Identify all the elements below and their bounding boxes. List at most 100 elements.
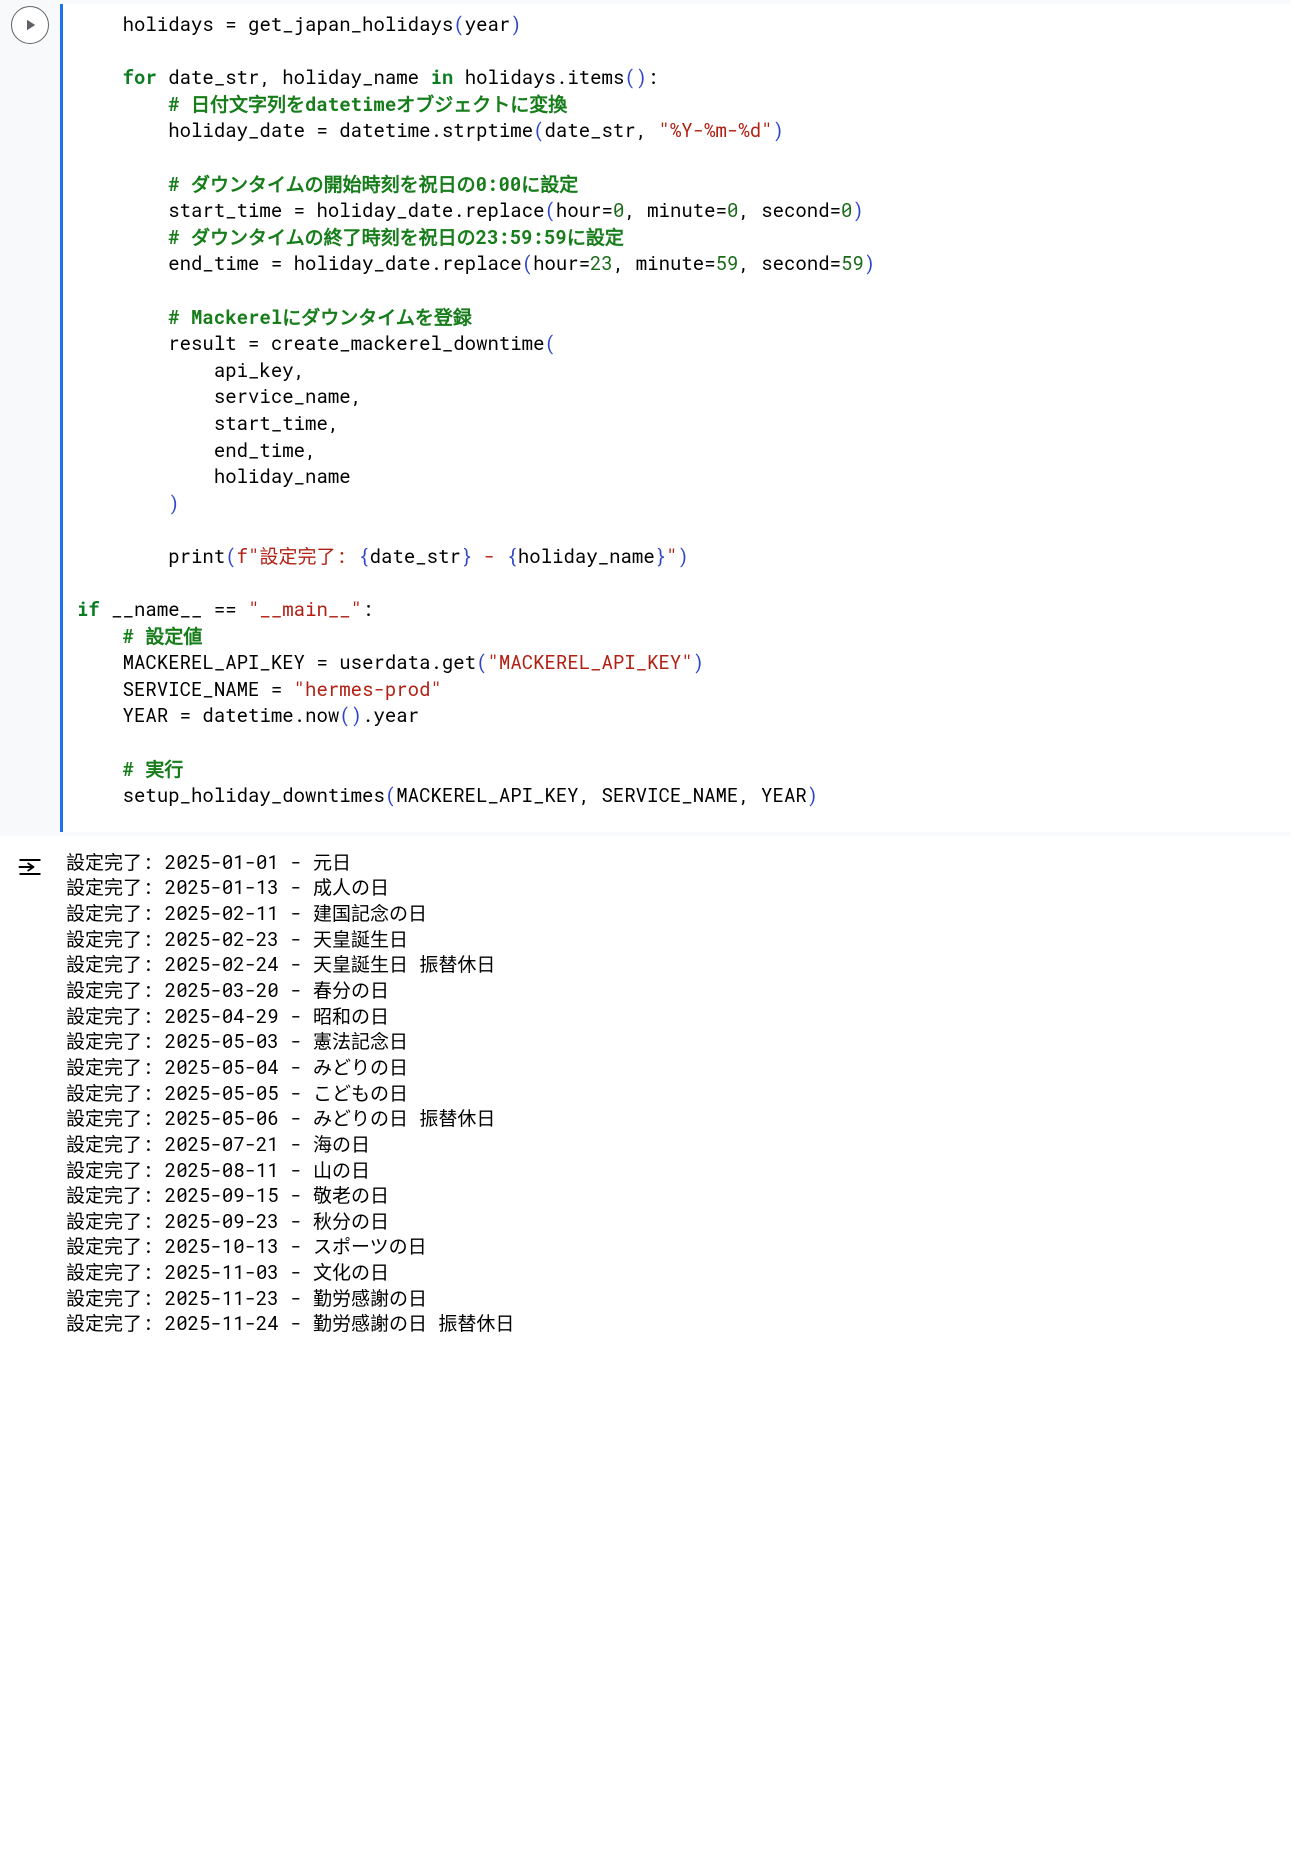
code-token: ,	[305, 438, 316, 463]
code-token: (	[476, 650, 487, 675]
code-token: 0	[841, 198, 852, 223]
code-token: userdata	[328, 650, 431, 675]
code-token: .	[430, 118, 441, 143]
code-token: )	[773, 118, 784, 143]
code-token: .	[362, 703, 373, 728]
code-token: =	[316, 118, 327, 143]
code-token: }	[461, 544, 472, 569]
code-token: holidays	[77, 12, 225, 37]
code-token: :	[362, 597, 373, 622]
code-token: end_time	[77, 438, 305, 463]
code-token: ,	[328, 411, 339, 436]
code-token: # 実行	[123, 757, 184, 782]
code-token: "%Y-%m-%d"	[659, 118, 773, 143]
code-token: second	[750, 198, 830, 223]
code-token: year	[374, 703, 420, 728]
code-token: )	[351, 703, 362, 728]
code-token: )	[693, 650, 704, 675]
code-token: "__main__"	[248, 597, 362, 622]
code-token: ,	[294, 358, 305, 383]
code-token: datetime	[328, 118, 431, 143]
code-token: .	[430, 650, 441, 675]
code-token: 23	[590, 251, 613, 276]
code-token: setup_holiday_downtimes	[77, 783, 385, 808]
code-token: # Mackerelにダウンタイムを登録	[168, 305, 472, 330]
notebook: holidays = get_japan_holidays(year) for …	[0, 0, 1290, 1357]
code-token: replace	[465, 198, 545, 223]
code-token: 0	[613, 198, 624, 223]
code-token: =	[225, 12, 236, 37]
code-token	[77, 172, 168, 197]
code-token: .	[430, 251, 441, 276]
code-token: holiday_date	[305, 198, 453, 223]
code-token: =	[704, 251, 715, 276]
code-token: minute	[636, 198, 716, 223]
code-token: )	[636, 65, 647, 90]
code-token: )	[864, 251, 875, 276]
code-token: MACKEREL_API_KEY	[396, 783, 578, 808]
code-token: (	[385, 783, 396, 808]
code-token: strptime	[442, 118, 533, 143]
code-token: 0	[727, 198, 738, 223]
code-token: ,	[613, 251, 624, 276]
code-token: hour	[556, 198, 602, 223]
code-token: SERVICE_NAME	[77, 677, 271, 702]
code-token: {	[358, 544, 369, 569]
code-token: result	[77, 331, 248, 356]
code-token: {	[507, 544, 518, 569]
code-token: in	[431, 65, 454, 90]
code-token: 59	[716, 251, 739, 276]
code-token: hour	[533, 251, 579, 276]
cell-gutter	[0, 4, 60, 44]
code-token	[77, 757, 123, 782]
code-token: =	[830, 198, 841, 223]
code-token: =	[180, 703, 191, 728]
code-token: (	[545, 198, 556, 223]
output-area: 設定完了: 2025-01-01 - 元日 設定完了: 2025-01-13 -…	[0, 836, 1290, 1357]
code-token: datetime	[191, 703, 294, 728]
code-token: :	[647, 65, 658, 90]
code-token: =	[830, 251, 841, 276]
code-cell: holidays = get_japan_holidays(year) for …	[0, 0, 1290, 836]
code-token: "	[666, 544, 677, 569]
run-cell-button[interactable]	[11, 6, 49, 44]
code-token: (	[225, 544, 236, 569]
code-token: create_mackerel_downtime	[259, 331, 544, 356]
code-token: service_name	[77, 384, 351, 409]
code-token: __name__	[100, 597, 214, 622]
code-editor[interactable]: holidays = get_japan_holidays(year) for …	[60, 4, 1290, 832]
code-token: =	[316, 650, 327, 675]
code-token: -	[472, 544, 506, 569]
code-token: )	[852, 198, 863, 223]
code-token: holiday_name	[77, 464, 351, 489]
code-token: =	[579, 251, 590, 276]
code-token	[77, 624, 123, 649]
code-token: (	[544, 331, 555, 356]
code-token: (	[522, 251, 533, 276]
code-token: get	[442, 650, 476, 675]
code-token: "hermes-prod"	[294, 677, 442, 702]
code-token: second	[750, 251, 830, 276]
code-token	[282, 677, 293, 702]
code-token: MACKEREL_API_KEY	[77, 650, 316, 675]
code-token: ,	[636, 118, 647, 143]
code-token: 59	[841, 251, 864, 276]
code-token: .	[294, 703, 305, 728]
code-token	[77, 305, 168, 330]
code-token: ,	[259, 65, 270, 90]
code-token: (	[339, 703, 350, 728]
code-token: # ダウンタイムの終了時刻を祝日の23:59:59に設定	[168, 225, 624, 250]
code-token: ,	[738, 198, 749, 223]
code-token: holiday_name	[518, 544, 655, 569]
play-icon	[21, 16, 39, 34]
code-token: holiday_date	[77, 118, 316, 143]
code-token: start_time	[77, 198, 294, 223]
code-token: end_time	[77, 251, 271, 276]
code-token: ,	[624, 198, 635, 223]
code-token: (	[533, 118, 544, 143]
code-token: =	[248, 331, 259, 356]
code-token: holiday_name	[271, 65, 431, 90]
code-token: now	[305, 703, 339, 728]
code-token: date_str	[370, 544, 461, 569]
code-token: ,	[738, 251, 749, 276]
